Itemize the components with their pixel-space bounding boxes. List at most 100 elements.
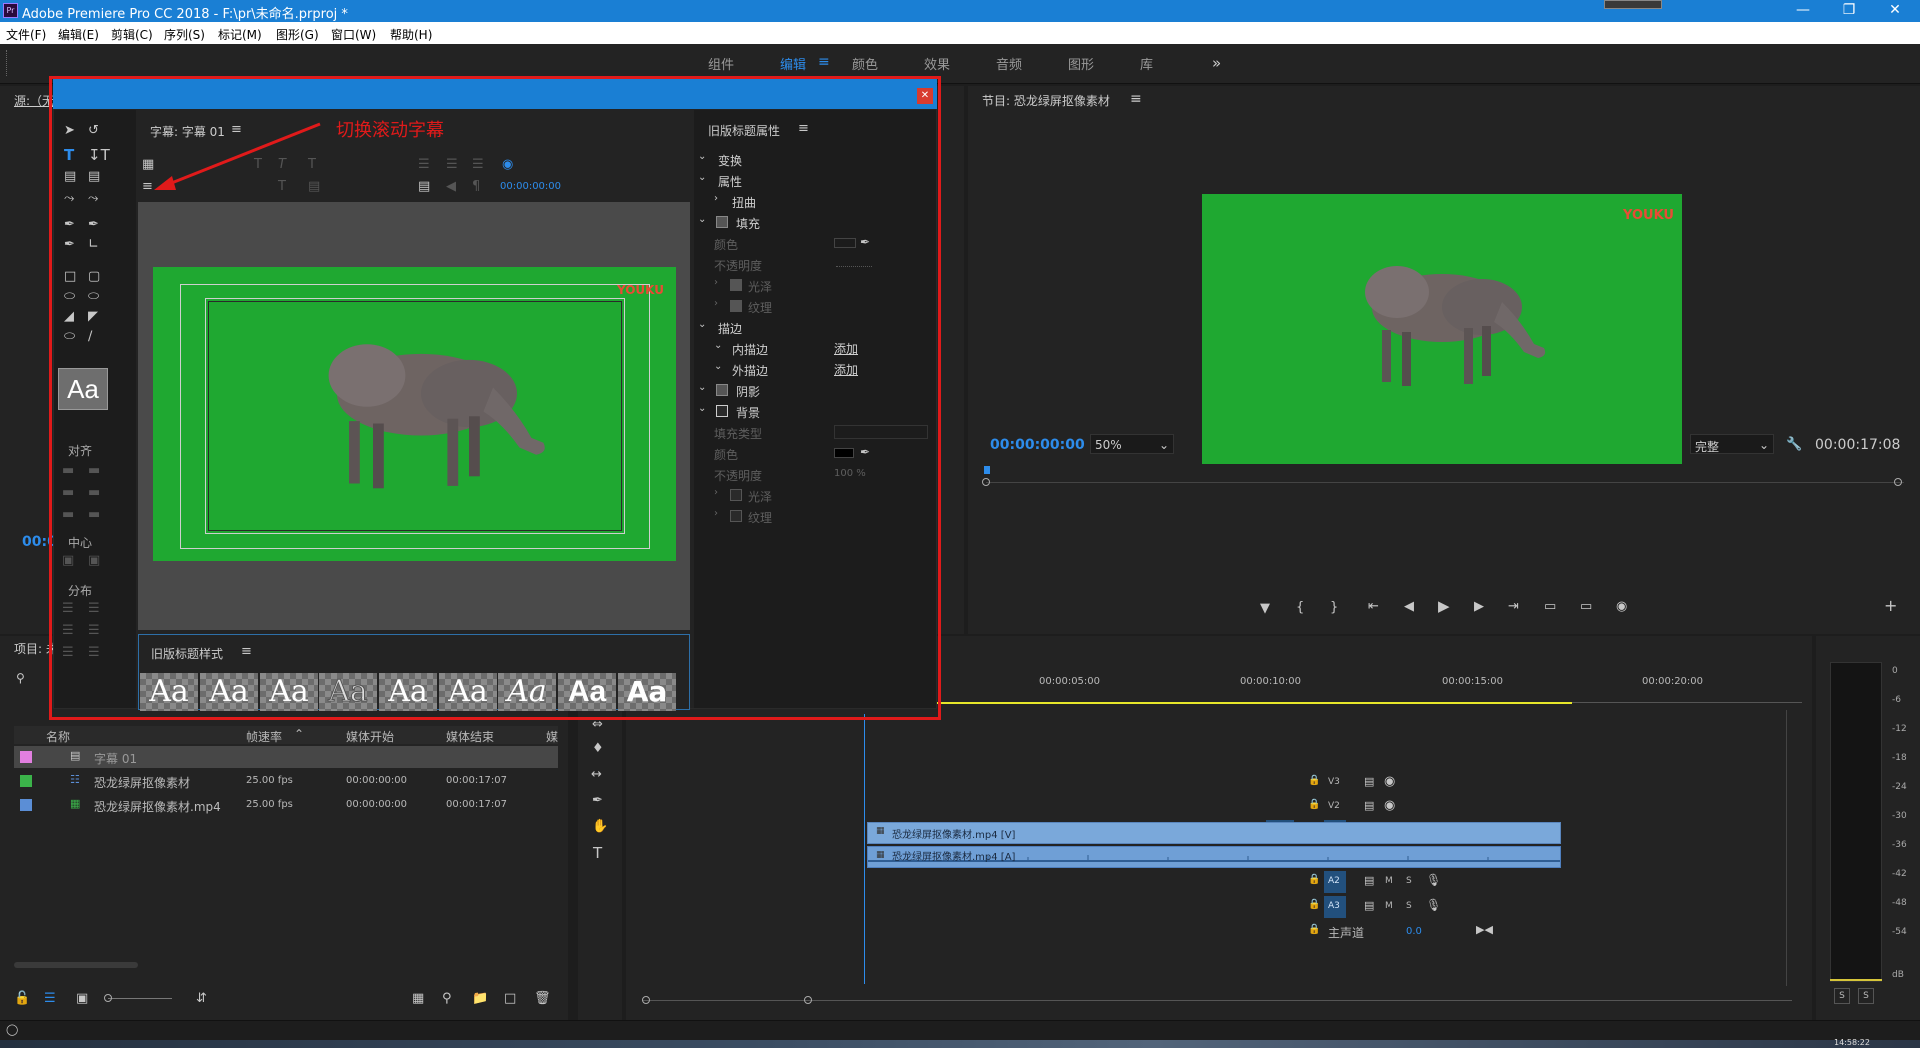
master-volume-value[interactable]: 0.0	[1406, 926, 1422, 937]
title-video-frame[interactable]: YOUKU	[153, 267, 676, 561]
pen-tool-icon[interactable]: ✒	[64, 218, 75, 231]
background-checkbox[interactable]	[716, 405, 728, 417]
bg-sheen-checkbox[interactable]	[730, 489, 742, 501]
timeline-playhead[interactable]	[864, 714, 865, 984]
menu-file[interactable]: 文件(F)	[6, 26, 46, 43]
track-label[interactable]: V2	[1328, 801, 1340, 811]
eyedropper-icon[interactable]: ✒	[860, 236, 870, 248]
distribute-icon[interactable]: ☰	[88, 602, 100, 615]
workspace-tab-color[interactable]: 颜色	[852, 54, 878, 73]
style-swatch[interactable]: Aa	[439, 673, 497, 711]
chevron-down-icon[interactable]: ⌄	[698, 215, 706, 225]
mute-toggle[interactable]: M	[1385, 876, 1393, 886]
new-bin-icon[interactable]: 📁	[472, 992, 488, 1005]
style-swatch[interactable]: Aa	[200, 673, 258, 711]
center-vertical-icon[interactable]: ▣	[88, 554, 100, 567]
distribute-icon[interactable]: ☰	[62, 602, 74, 615]
prop-transform[interactable]: 变换	[718, 152, 742, 169]
prop-inner-stroke[interactable]: 内描边	[732, 341, 768, 358]
selection-tool-icon[interactable]: ➤	[64, 124, 75, 137]
chevron-down-icon[interactable]: ⌄	[698, 383, 706, 393]
menu-sequence[interactable]: 序列(S)	[164, 26, 205, 43]
track-label[interactable]: V3	[1328, 777, 1340, 787]
tab-stops-icon[interactable]: ▤	[418, 180, 430, 193]
export-frame-icon[interactable]: ◉	[1616, 600, 1627, 613]
distribute-icon[interactable]: ☰	[62, 646, 74, 659]
work-area-bar[interactable]	[936, 702, 1572, 704]
wrench-icon[interactable]: 🔧	[1786, 438, 1802, 451]
menu-edit[interactable]: 编辑(E)	[58, 26, 99, 43]
workspace-tab-libraries[interactable]: 库	[1140, 54, 1153, 73]
mute-toggle[interactable]: M	[1385, 901, 1393, 911]
workspace-tab-effects[interactable]: 效果	[924, 54, 950, 73]
more-workspaces-icon[interactable]: »	[1212, 54, 1221, 72]
style-swatch[interactable]: Aa	[558, 673, 616, 711]
microphone-icon[interactable]: 🎙	[1426, 899, 1441, 911]
audio-clip[interactable]: ▦ 恐龙绿屏抠像素材.mp4 [A]	[867, 846, 1561, 868]
ellipse-tool-icon[interactable]: ⬭	[64, 330, 75, 343]
prop-outer-stroke[interactable]: 外描边	[732, 362, 768, 379]
program-timecode[interactable]: 00:00:00:00	[990, 437, 1085, 453]
label-color-swatch[interactable]	[20, 799, 32, 811]
ripple-edit-tool-icon[interactable]: ⇔	[592, 718, 603, 731]
sort-icons-icon[interactable]: ⇵	[196, 992, 207, 1005]
menu-graphics[interactable]: 图形(G)	[276, 26, 319, 43]
quality-select[interactable]: 完整 ⌄	[1690, 434, 1774, 454]
new-item-icon[interactable]: □	[504, 992, 516, 1005]
fill-opacity-value[interactable]	[836, 266, 872, 267]
style-sample-preview[interactable]: Aa	[58, 368, 108, 410]
label-color-swatch[interactable]	[20, 751, 32, 763]
source-timecode[interactable]: 00:0	[22, 534, 57, 550]
sync-lock-icon[interactable]: ▤	[1364, 776, 1374, 787]
styles-tab[interactable]: 旧版标题样式	[151, 645, 223, 662]
roll-crawl-options-icon[interactable]: ▦	[142, 158, 154, 171]
scroll-start-handle[interactable]	[642, 996, 650, 1004]
list-view-icon[interactable]: ☰	[44, 992, 56, 1005]
sync-lock-icon[interactable]: ▤	[1364, 900, 1374, 911]
lock-icon[interactable]: 🔒	[1308, 900, 1320, 910]
column-name[interactable]: 名称	[46, 728, 70, 745]
go-to-out-icon[interactable]: ⇥	[1508, 600, 1519, 613]
minimize-button[interactable]: —	[1780, 0, 1826, 22]
razor-tool-icon[interactable]: ♦	[592, 742, 604, 755]
lock-icon[interactable]: 🔒	[1308, 875, 1320, 885]
chevron-right-icon[interactable]: ›	[714, 509, 718, 519]
chevron-down-icon[interactable]: ⌄	[698, 152, 706, 162]
menu-marker[interactable]: 标记(M)	[218, 26, 262, 43]
table-row[interactable]: ▦ 恐龙绿屏抠像素材.mp4 25.00 fps 00:00:00:00 00:…	[14, 794, 558, 816]
program-menu-icon[interactable]: ≡	[1130, 91, 1142, 107]
solo-toggle[interactable]: S	[1406, 876, 1412, 886]
show-background-video-icon[interactable]: ◉	[502, 158, 513, 171]
marker-icon[interactable]: ▼	[1260, 602, 1270, 615]
horizontal-scrollbar[interactable]	[14, 962, 138, 968]
rotation-tool-icon[interactable]: ↺	[88, 124, 99, 137]
workspace-tab-graphics[interactable]: 图形	[1068, 54, 1094, 73]
program-scrubber[interactable]	[986, 482, 1904, 483]
chevron-down-icon[interactable]: ⌄	[714, 341, 722, 351]
automate-to-sequence-icon[interactable]: ▦	[412, 992, 424, 1005]
prop-fill[interactable]: 填充	[736, 215, 760, 232]
playhead[interactable]	[984, 466, 990, 474]
prop-stroke[interactable]: 描边	[718, 320, 742, 337]
table-row[interactable]: ☷ 恐龙绿屏抠像素材 25.00 fps 00:00:00:00 00:00:1…	[14, 770, 558, 792]
close-button[interactable]: ✕	[1872, 0, 1918, 22]
workspace-menu-icon[interactable]: ≡	[818, 54, 830, 70]
icon-view-icon[interactable]: ▣	[76, 992, 88, 1005]
mark-out-icon[interactable]: }	[1330, 601, 1338, 614]
go-to-end-icon[interactable]: ▶◀	[1476, 924, 1493, 935]
type-tool-icon[interactable]: T	[593, 846, 602, 861]
distribute-icon[interactable]: ☰	[88, 646, 100, 659]
workspace-tab-assembly[interactable]: 组件	[708, 54, 734, 73]
lock-icon[interactable]: 🔒	[1308, 925, 1320, 935]
zoom-slider[interactable]	[108, 998, 172, 999]
rounded-corner-tool-icon[interactable]: ⬭	[88, 290, 99, 303]
hand-tool-icon[interactable]: ✋	[592, 820, 608, 833]
chevron-down-icon[interactable]: ⌄	[698, 404, 706, 414]
column-fps[interactable]: 帧速率	[246, 728, 282, 745]
trash-icon[interactable]: 🗑	[534, 992, 551, 1005]
properties-header[interactable]: 旧版标题属性	[708, 122, 780, 139]
wedge-tool-icon[interactable]: ◢	[64, 310, 74, 323]
distribute-icon[interactable]: ☰	[88, 624, 100, 637]
properties-menu-icon[interactable]: ≡	[798, 122, 809, 135]
bg-color-swatch[interactable]	[834, 448, 854, 458]
